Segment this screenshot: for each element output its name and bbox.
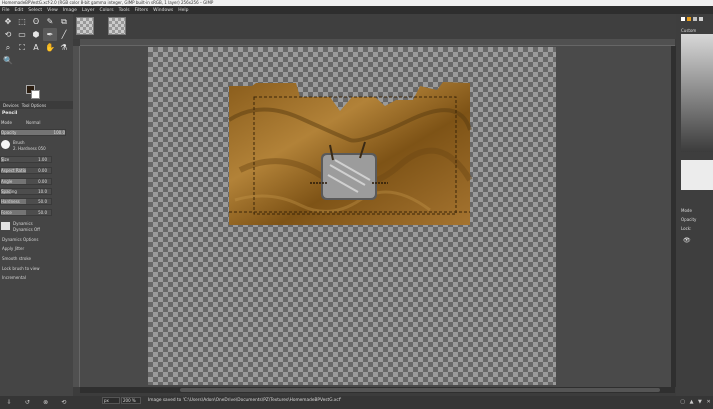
- zoom-select[interactable]: 200 %: [121, 397, 141, 404]
- layer-lock-label: Lock:: [681, 226, 692, 231]
- gradient-tab-icon[interactable]: [699, 17, 703, 21]
- toolbox-bottom-buttons: ⇩ ↺ ⊗ ⟲: [0, 397, 73, 407]
- pattern-icon[interactable]: [681, 17, 685, 21]
- lower-layer-icon[interactable]: ▼: [698, 399, 702, 405]
- horizontal-scrollbar[interactable]: [80, 387, 675, 393]
- layer-mode-label: Mode: [681, 208, 692, 213]
- font-tab-icon[interactable]: [693, 17, 697, 21]
- layer-panel-buttons: ▢ ▲ ▼ ✕: [678, 397, 713, 407]
- gradient-preset-label: Custom: [681, 28, 697, 33]
- reset-icon[interactable]: ⟲: [61, 399, 66, 406]
- texture-image[interactable]: [0, 0, 713, 409]
- brush-tab-icon[interactable]: [687, 17, 691, 21]
- delete-icon[interactable]: ⊗: [43, 399, 48, 406]
- save-options-icon[interactable]: ⇩: [7, 399, 12, 406]
- visibility-eye-icon[interactable]: 👁: [683, 237, 691, 244]
- layer-opacity-label: Opacity: [681, 217, 697, 222]
- gradient-preview[interactable]: [681, 34, 713, 152]
- status-message: Image saved to 'C:\Users\Adon\OneDrive\D…: [148, 398, 342, 403]
- restore-icon[interactable]: ↺: [25, 399, 30, 406]
- dock-tab-icons: [681, 17, 703, 21]
- delete-layer-icon[interactable]: ✕: [706, 399, 710, 405]
- unit-select[interactable]: px: [102, 397, 120, 404]
- new-layer-icon[interactable]: ▢: [680, 399, 685, 405]
- brush-preview[interactable]: [681, 160, 713, 190]
- raise-layer-icon[interactable]: ▲: [690, 399, 694, 405]
